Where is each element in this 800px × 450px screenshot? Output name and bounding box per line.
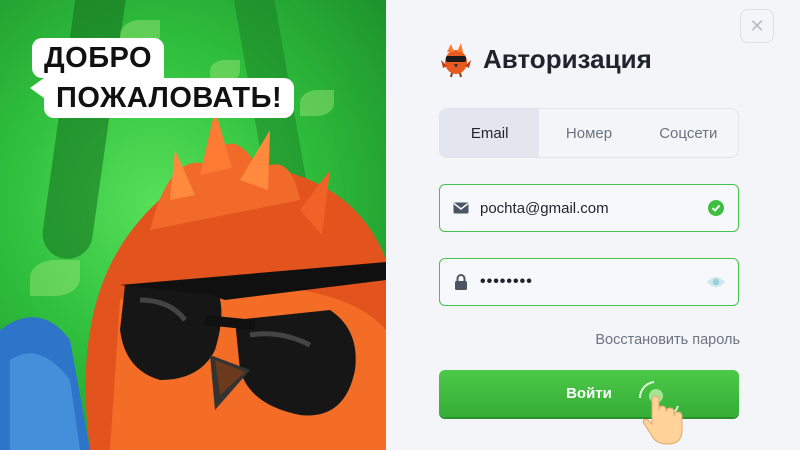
tap-hand-icon	[638, 381, 683, 445]
tab-phone[interactable]: Номер	[539, 109, 638, 157]
title-row: Авторизация	[439, 40, 652, 78]
tab-email[interactable]: Email	[440, 109, 540, 157]
auth-method-tabs: Email Номер Соцсети	[439, 108, 739, 158]
promo-banner: ДОБРО ПОЖАЛОВАТЬ!	[0, 0, 386, 450]
email-value: pochta@gmail.com	[480, 199, 609, 217]
password-value: ••••••••	[480, 273, 533, 290]
page-title: Авторизация	[483, 43, 652, 74]
auth-panel: ✕ Авторизация Email Номер Соцсети pochta…	[386, 0, 800, 450]
password-field[interactable]: ••••••••	[439, 258, 739, 306]
lock-icon	[452, 273, 470, 291]
close-button[interactable]: ✕	[740, 9, 774, 43]
welcome-speech-bubble: ДОБРО ПОЖАЛОВАТЬ!	[22, 38, 295, 118]
bird-logo-icon	[441, 43, 471, 78]
email-field[interactable]: pochta@gmail.com	[439, 184, 739, 232]
welcome-text-line2: ПОЖАЛОВАТЬ!	[44, 78, 295, 118]
valid-check-icon	[706, 198, 726, 218]
tab-social[interactable]: Соцсети	[639, 109, 738, 157]
mail-icon	[452, 199, 470, 217]
close-icon: ✕	[749, 15, 765, 36]
show-password-eye-icon[interactable]	[706, 272, 726, 292]
speech-tail	[30, 78, 44, 98]
forgot-password-link[interactable]: Восстановить пароль	[595, 332, 740, 348]
login-button[interactable]: Войти	[439, 370, 739, 417]
welcome-text-line1: ДОБРО	[32, 38, 165, 78]
